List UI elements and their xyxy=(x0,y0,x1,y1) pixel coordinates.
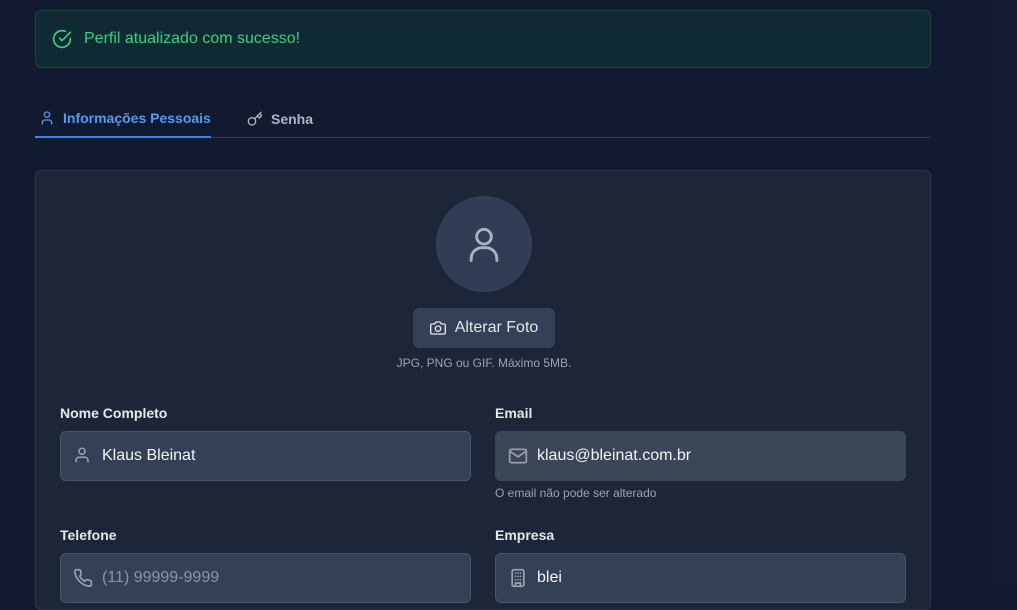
email-input xyxy=(537,447,897,465)
email-help-text: O email não pode ser alterado xyxy=(495,486,657,500)
phone-icon xyxy=(73,568,93,588)
name-field[interactable] xyxy=(60,431,471,481)
tab-password-label: Senha xyxy=(271,111,314,127)
building-icon xyxy=(508,568,528,588)
name-label: Nome Completo xyxy=(60,405,168,421)
email-label: Email xyxy=(495,405,533,421)
mail-icon xyxy=(508,446,528,466)
tab-password[interactable]: Senha xyxy=(247,100,313,138)
user-icon xyxy=(39,110,55,126)
company-field[interactable] xyxy=(495,553,906,603)
phone-input[interactable] xyxy=(102,569,462,587)
success-alert: Perfil atualizado com sucesso! xyxy=(35,10,931,68)
tab-personal-info[interactable]: Informações Pessoais xyxy=(35,100,211,138)
tab-personal-info-label: Informações Pessoais xyxy=(63,110,211,126)
success-message: Perfil atualizado com sucesso! xyxy=(84,30,301,47)
phone-label: Telefone xyxy=(60,527,117,543)
change-photo-button[interactable]: Alterar Foto xyxy=(413,308,555,348)
avatar xyxy=(436,196,532,292)
camera-icon xyxy=(429,320,446,336)
key-icon xyxy=(247,111,263,127)
phone-field[interactable] xyxy=(60,553,471,603)
check-circle-icon xyxy=(52,29,72,49)
change-photo-label: Alterar Foto xyxy=(454,319,539,336)
name-input[interactable] xyxy=(102,447,462,465)
photo-hint: JPG, PNG ou GIF. Máximo 5MB. xyxy=(396,356,572,370)
profile-tabs: Informações Pessoais Senha xyxy=(35,100,931,138)
email-field xyxy=(495,431,906,481)
user-icon xyxy=(73,446,93,466)
profile-form-card: Alterar Foto JPG, PNG ou GIF. Máximo 5MB… xyxy=(35,170,931,610)
company-input[interactable] xyxy=(537,569,897,587)
company-label: Empresa xyxy=(495,527,555,543)
user-icon xyxy=(462,222,506,266)
